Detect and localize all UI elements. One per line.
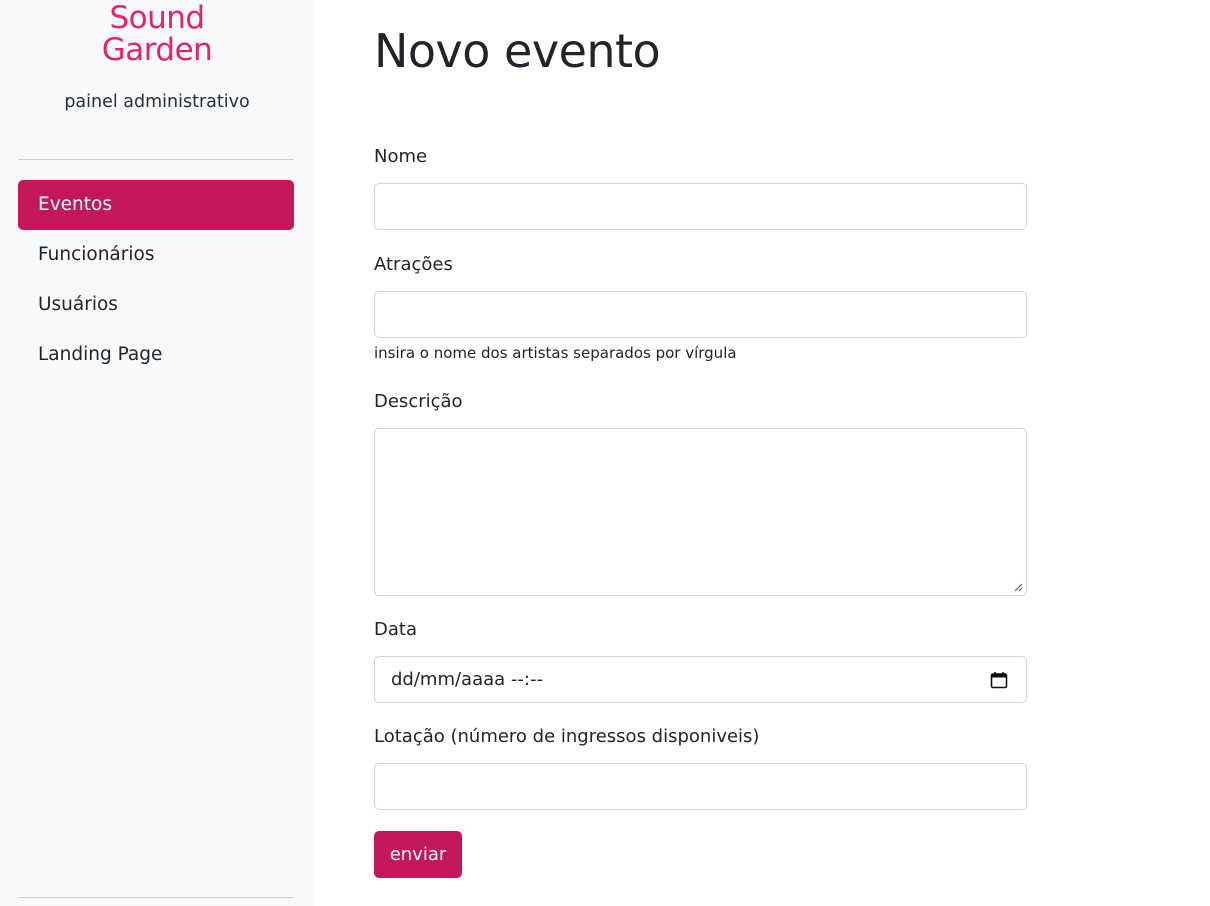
- sidebar-subtitle: painel administrativo: [64, 92, 250, 112]
- data-label: Data: [374, 619, 417, 640]
- sidebar-item-landing-page[interactable]: Landing Page: [18, 330, 294, 380]
- calendar-icon[interactable]: [990, 671, 1008, 689]
- logo-line-1: Sound: [109, 0, 205, 36]
- sidebar-item-eventos[interactable]: Eventos: [18, 180, 294, 230]
- atracoes-help-text: insira o nome dos artistas separados por…: [374, 344, 737, 362]
- sidebar-item-funcionarios[interactable]: Funcionários: [18, 230, 294, 280]
- sidebar: Sound Garden painel administrativo Event…: [0, 0, 314, 906]
- atracoes-input[interactable]: [374, 291, 1027, 338]
- page-title: Novo evento: [374, 24, 661, 78]
- enviar-button[interactable]: enviar: [374, 831, 462, 878]
- lotacao-label: Lotação (número de ingressos disponiveis…: [374, 726, 760, 747]
- lotacao-input[interactable]: [374, 763, 1027, 810]
- sidebar-divider-bottom: [18, 897, 294, 898]
- nome-label: Nome: [374, 146, 428, 167]
- nome-input[interactable]: [374, 183, 1027, 230]
- sidebar-item-usuarios[interactable]: Usuários: [18, 280, 294, 330]
- data-placeholder: dd/mm/aaaa --:--: [391, 669, 543, 690]
- sidebar-divider-top: [18, 159, 294, 160]
- descricao-label: Descrição: [374, 391, 463, 412]
- sidebar-nav: Eventos Funcionários Usuários Landing Pa…: [18, 180, 294, 380]
- descricao-textarea[interactable]: [374, 428, 1027, 596]
- logo[interactable]: Sound Garden: [0, 2, 314, 66]
- logo-line-2: Garden: [101, 32, 213, 68]
- data-input[interactable]: dd/mm/aaaa --:--: [374, 656, 1027, 703]
- atracoes-label: Atrações: [374, 254, 453, 275]
- resize-handle-icon[interactable]: [1013, 582, 1023, 592]
